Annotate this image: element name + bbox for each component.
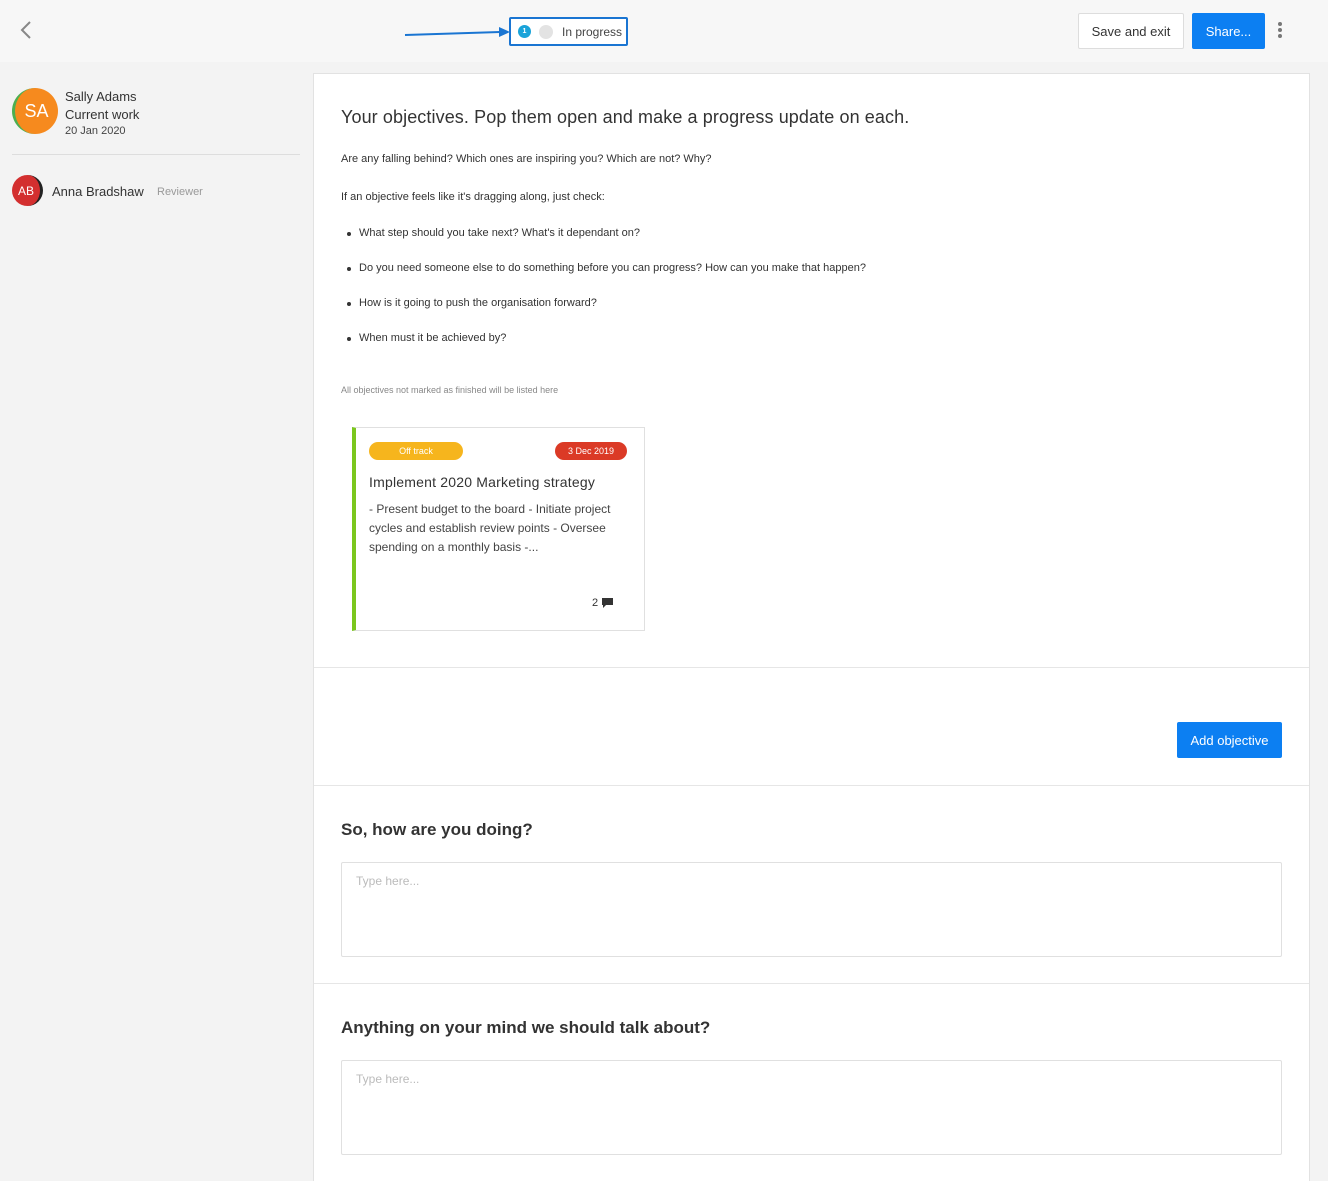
answer-input[interactable] <box>341 862 1282 957</box>
top-bar: 1 In progress Save and exit Share... <box>0 0 1328 62</box>
owner-date: 20 Jan 2020 <box>65 125 126 137</box>
owner-card: SA Sally Adams Current work 20 Jan 2020 <box>12 87 302 155</box>
chevron-left-icon <box>20 21 31 39</box>
kebab-dot <box>1278 22 1282 26</box>
objectives-note: All objectives not marked as finished wi… <box>341 385 559 395</box>
comment-count-value: 2 <box>592 597 599 609</box>
list-item: When must it be achieved by? <box>347 332 1259 367</box>
objectives-intro: Are any falling behind? Which ones are i… <box>341 153 712 165</box>
back-button[interactable] <box>16 18 38 42</box>
annotation-arrow-icon <box>404 27 510 37</box>
share-button[interactable]: Share... <box>1192 13 1265 49</box>
avatar: AB <box>12 175 43 206</box>
list-item: What step should you take next? What's i… <box>347 227 1259 262</box>
kebab-dot <box>1278 34 1282 38</box>
reviewer-item[interactable]: AB Anna Bradshaw Reviewer <box>12 175 302 207</box>
status-label: In progress <box>562 24 623 39</box>
sidebar: SA Sally Adams Current work 20 Jan 2020 … <box>0 62 313 1181</box>
objective-description: - Present budget to the board - Initiate… <box>369 502 611 554</box>
list-item: Do you need someone else to do something… <box>347 262 1259 297</box>
owner-subtitle: Current work <box>65 107 140 122</box>
status-indicator[interactable]: 1 In progress <box>509 17 628 46</box>
list-item: How is it going to push the organisation… <box>347 297 1259 332</box>
add-objective-section: Add objective <box>314 669 1309 786</box>
reviewer-role: Reviewer <box>157 186 203 198</box>
owner-name: Sally Adams <box>65 89 137 104</box>
comment-icon <box>602 598 614 608</box>
objectives-check-intro: If an objective feels like it's dragging… <box>341 191 605 203</box>
question-section: Anything on your mind we should talk abo… <box>314 985 1309 1181</box>
objectives-checklist: What step should you take next? What's i… <box>347 227 1259 367</box>
main-content: Your objectives. Pop them open and make … <box>313 73 1310 1181</box>
question-title: So, how are you doing? <box>341 820 533 839</box>
answer-input[interactable] <box>341 1060 1282 1155</box>
objective-card[interactable]: Off track 3 Dec 2019 Implement 2020 Mark… <box>352 427 645 631</box>
due-date-badge: 3 Dec 2019 <box>555 442 627 460</box>
objectives-heading: Your objectives. Pop them open and make … <box>341 107 910 127</box>
question-section: So, how are you doing? <box>314 787 1309 984</box>
objectives-section: Your objectives. Pop them open and make … <box>314 74 1309 668</box>
comment-count[interactable]: 2 <box>592 595 622 611</box>
question-title: Anything on your mind we should talk abo… <box>341 1018 711 1037</box>
avatar: SA <box>12 88 58 134</box>
more-options-icon[interactable] <box>1271 20 1289 40</box>
step-dot-current: 1 <box>518 25 531 38</box>
add-objective-button[interactable]: Add objective <box>1177 722 1282 758</box>
save-and-exit-button[interactable]: Save and exit <box>1078 13 1184 49</box>
reviewer-name: Anna Bradshaw <box>52 184 144 199</box>
kebab-dot <box>1278 28 1282 32</box>
status-badge: Off track <box>369 442 463 460</box>
step-dot-next <box>539 24 553 39</box>
objective-title: Implement 2020 Marketing strategy <box>369 474 596 490</box>
sidebar-divider <box>12 154 300 155</box>
